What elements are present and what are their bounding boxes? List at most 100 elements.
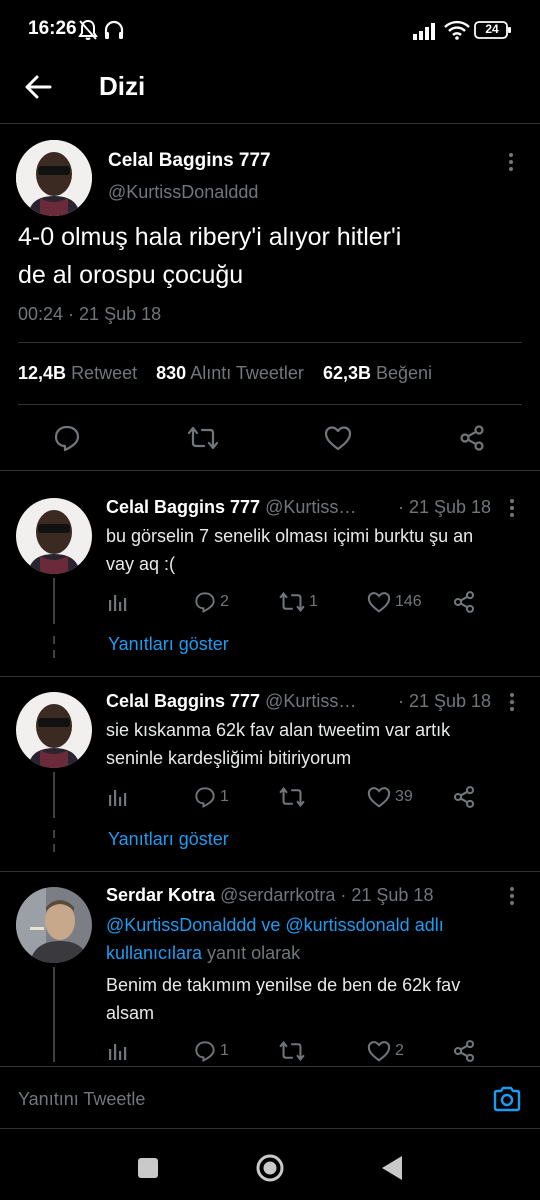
reply-icon <box>195 1041 215 1062</box>
tweet-timestamp: 00:24 · 21 Şub 18 <box>18 304 162 324</box>
like-count[interactable]: 62,3B <box>323 363 371 383</box>
replying-to-users[interactable]: @KurtissDonalddd ve @kurtissdonald adlı <box>106 911 526 939</box>
page-title: Dizi <box>99 71 146 101</box>
reply-button[interactable]: 2 <box>193 591 229 613</box>
wifi-icon <box>444 20 470 40</box>
retweet-button[interactable] <box>188 425 218 451</box>
thread-line <box>53 650 55 658</box>
like-button[interactable] <box>324 425 352 451</box>
reply-icon <box>195 787 215 808</box>
like-button[interactable]: 39 <box>367 786 413 808</box>
like-count: 39 <box>395 788 413 805</box>
header-divider <box>0 123 540 124</box>
divider <box>18 342 522 343</box>
more-options-button[interactable] <box>504 151 518 173</box>
reply-icon <box>195 592 215 613</box>
reply-input[interactable]: Yanıtını Tweetle <box>18 1089 145 1110</box>
analytics-icon <box>109 595 127 611</box>
analytics-button[interactable] <box>108 1041 128 1061</box>
reply-text-line: vay aq :( <box>106 554 176 574</box>
retweet-button[interactable] <box>278 786 306 808</box>
signal-icon <box>413 22 439 40</box>
quote-count[interactable]: 830 <box>156 363 186 383</box>
author-handle[interactable]: @Kurtiss… <box>265 497 356 517</box>
more-options-button[interactable] <box>506 886 518 906</box>
reply-header: Celal Baggins 777 @Kurtiss… <box>106 497 356 518</box>
avatar[interactable] <box>16 692 92 768</box>
reply-count: 1 <box>220 1042 229 1059</box>
more-options-button[interactable] <box>506 498 518 518</box>
divider <box>0 676 540 677</box>
reply-count: 2 <box>220 593 229 610</box>
retweet-button[interactable] <box>278 1040 306 1062</box>
reply-button[interactable]: 1 <box>193 1040 229 1062</box>
heart-icon <box>367 592 391 613</box>
bell-off-icon <box>78 19 98 41</box>
avatar[interactable] <box>16 887 92 963</box>
analytics-button[interactable] <box>108 787 128 807</box>
reply-date: · 21 Şub 18 <box>398 497 492 517</box>
more-options-button[interactable] <box>506 692 518 712</box>
avatar[interactable] <box>16 140 92 216</box>
show-replies-link[interactable]: Yanıtları göster <box>108 634 229 655</box>
like-button[interactable]: 2 <box>367 1040 404 1062</box>
status-bar: 16:26 24 <box>0 0 540 60</box>
author-name[interactable]: Serdar Kotra <box>106 885 215 905</box>
thread-line <box>53 830 55 838</box>
system-nav-bar <box>0 1130 540 1200</box>
divider <box>18 404 522 405</box>
analytics-button[interactable] <box>108 592 128 612</box>
replying-to-users[interactable]: kullanıcılara <box>106 943 202 963</box>
retweet-icon <box>279 786 305 808</box>
back-button[interactable] <box>22 70 56 104</box>
author-handle[interactable]: @serdarrkotra <box>220 885 335 905</box>
thread-line <box>53 772 55 818</box>
show-replies-link[interactable]: Yanıtları göster <box>108 829 229 850</box>
more-vertical-icon <box>509 153 513 171</box>
share-button[interactable] <box>452 590 476 614</box>
tweet-text-line: de al orospu çocuğu <box>18 261 244 289</box>
retweet-label[interactable]: Retweet <box>71 363 137 383</box>
tweet-text: 4-0 olmuş hala ribery'i alıyor hitler'i … <box>18 218 523 294</box>
author-name[interactable]: Celal Baggins 777 <box>106 691 260 711</box>
camera-icon <box>493 1086 521 1112</box>
more-vertical-icon <box>510 693 514 711</box>
reply-header: Celal Baggins 777 @Kurtiss… <box>106 691 356 712</box>
more-vertical-icon <box>510 887 514 905</box>
share-icon <box>453 591 475 613</box>
like-count: 146 <box>395 593 422 610</box>
share-icon <box>453 786 475 808</box>
avatar[interactable] <box>16 498 92 574</box>
divider <box>0 871 540 872</box>
quote-label[interactable]: Alıntı Tweetler <box>190 363 304 383</box>
retweet-count[interactable]: 12,4B <box>18 363 66 383</box>
retweet-button[interactable]: 1 <box>278 591 318 613</box>
triangle-back-icon <box>382 1156 402 1180</box>
camera-button[interactable] <box>492 1085 522 1113</box>
heart-icon <box>367 787 391 808</box>
share-button[interactable] <box>452 785 476 809</box>
author-handle[interactable]: @Kurtiss… <box>265 691 356 711</box>
reply-text-line: alsam <box>106 1003 155 1023</box>
reply-count: 1 <box>220 788 229 805</box>
tweet-text-line: 4-0 olmuş hala ribery'i alıyor hitler'i <box>18 223 402 251</box>
author-handle[interactable]: @KurtissDonalddd <box>108 182 258 203</box>
home-button[interactable] <box>255 1153 285 1183</box>
tweet-stats: 12,4B Retweet 830 Alıntı Tweetler 62,3B … <box>18 363 432 384</box>
author-name[interactable]: Celal Baggins 777 <box>106 497 260 517</box>
arrow-left-icon <box>22 70 56 104</box>
retweet-icon <box>279 591 305 613</box>
reply-icon <box>54 425 80 452</box>
like-label[interactable]: Beğeni <box>376 363 432 383</box>
reply-button[interactable]: 1 <box>193 786 229 808</box>
system-back-button[interactable] <box>380 1154 404 1182</box>
retweet-icon <box>279 1040 305 1062</box>
recents-button[interactable] <box>137 1157 159 1179</box>
like-button[interactable]: 146 <box>367 591 422 613</box>
square-icon <box>138 1158 158 1178</box>
author-name[interactable]: Celal Baggins 777 <box>108 150 271 172</box>
share-button[interactable] <box>458 424 486 452</box>
reply-button[interactable] <box>53 424 81 452</box>
reply-text-line: Benim de takımım yenilse de ben de 62k f… <box>106 975 461 995</box>
share-button[interactable] <box>452 1039 476 1063</box>
